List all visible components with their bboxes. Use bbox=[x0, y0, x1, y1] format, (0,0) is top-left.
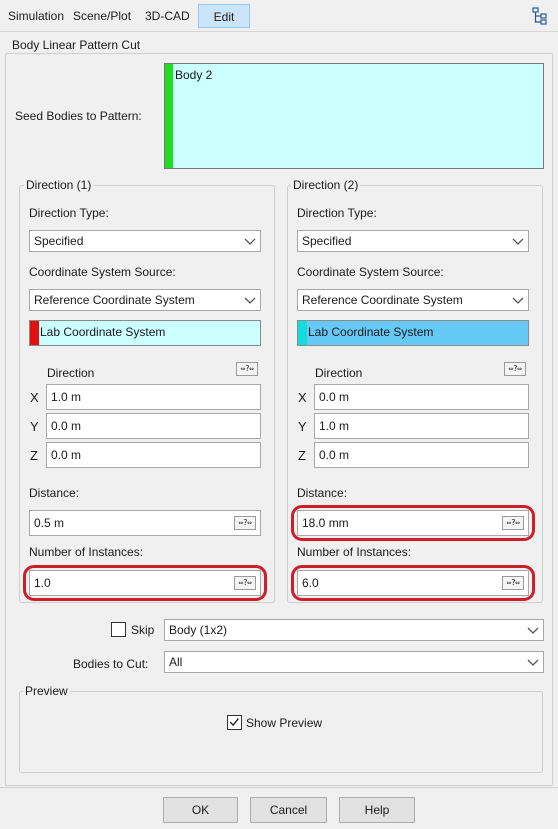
direction1-distance-input[interactable]: 0.5 m ⇔?⇔ bbox=[29, 510, 261, 536]
direction2-x-input[interactable]: 0.0 m bbox=[314, 384, 529, 410]
direction2-distance-value: 18.0 mm bbox=[302, 516, 349, 530]
direction2-coord-status-bar bbox=[298, 321, 307, 345]
direction2-coord-source-value: Reference Coordinate System bbox=[302, 293, 463, 307]
direction2-distance-input[interactable]: 18.0 mm ⇔?⇔ bbox=[297, 510, 529, 536]
direction2-y-input[interactable]: 1.0 m bbox=[314, 413, 529, 439]
direction2-x-value: 0.0 m bbox=[319, 390, 350, 404]
help-button[interactable]: Help bbox=[339, 797, 415, 823]
direction1-coord-system[interactable]: Lab Coordinate System bbox=[29, 320, 261, 346]
seed-bodies-label: Seed Bodies to Pattern: bbox=[15, 109, 142, 123]
direction2-y-label: Y bbox=[298, 419, 307, 434]
direction2-z-label: Z bbox=[298, 448, 306, 463]
chevron-down-icon bbox=[244, 238, 256, 245]
direction1-z-value: 0.0 m bbox=[51, 448, 82, 462]
direction1-type-label: Direction Type: bbox=[29, 206, 109, 220]
direction2-instances-value: 6.0 bbox=[302, 576, 319, 590]
seed-body-item[interactable]: Body 2 bbox=[175, 68, 212, 82]
skip-body-value: Body (1x2) bbox=[169, 623, 228, 637]
ok-button[interactable]: OK bbox=[163, 797, 238, 823]
direction1-distance-unit-button[interactable]: ⇔?⇔ bbox=[234, 516, 256, 530]
direction1-type-value: Specified bbox=[34, 234, 84, 248]
show-preview-label: Show Preview bbox=[246, 716, 323, 730]
preview-title: Preview bbox=[23, 684, 70, 698]
direction1-y-label: Y bbox=[30, 419, 39, 434]
direction1-coord-source-label: Coordinate System Source: bbox=[29, 265, 176, 279]
direction1-distance-label: Distance: bbox=[29, 486, 80, 500]
show-preview-checkbox[interactable] bbox=[227, 715, 242, 730]
bodies-to-cut-select[interactable]: All bbox=[164, 651, 544, 673]
direction2-distance-label: Distance: bbox=[297, 486, 348, 500]
dialog-footer: OK Cancel Help bbox=[0, 787, 558, 829]
direction1-distance-value: 0.5 m bbox=[34, 516, 65, 530]
direction2-type-label: Direction Type: bbox=[297, 206, 377, 220]
chevron-down-icon bbox=[244, 297, 256, 304]
direction2-coord-source-label: Coordinate System Source: bbox=[297, 265, 444, 279]
cancel-button[interactable]: Cancel bbox=[250, 797, 327, 823]
seed-bodies-list[interactable]: Body 2 bbox=[164, 63, 544, 169]
direction1-z-input[interactable]: 0.0 m bbox=[46, 442, 261, 468]
chevron-down-icon bbox=[527, 627, 539, 634]
direction2-instances-unit-button[interactable]: ⇔?⇔ bbox=[502, 576, 524, 590]
direction1-coord-source-value: Reference Coordinate System bbox=[34, 293, 195, 307]
direction1-z-label: Z bbox=[30, 448, 38, 463]
direction1-x-label: X bbox=[30, 390, 39, 405]
menu-edit[interactable]: Edit bbox=[198, 4, 250, 28]
direction1-coord-source-select[interactable]: Reference Coordinate System bbox=[29, 289, 261, 311]
direction1-type-select[interactable]: Specified bbox=[29, 230, 261, 252]
direction2-instances-label: Number of Instances: bbox=[297, 545, 412, 559]
menu-3d-cad[interactable]: 3D-CAD bbox=[139, 4, 196, 28]
menu-simulation[interactable]: Simulation bbox=[2, 4, 70, 28]
menu-scene-plot[interactable]: Scene/Plot bbox=[67, 4, 137, 28]
direction2-direction-unit-button[interactable]: ⇔?⇔ bbox=[504, 362, 526, 376]
chevron-down-icon bbox=[512, 297, 524, 304]
direction1-instances-input[interactable]: 1.0 ⇔?⇔ bbox=[29, 570, 261, 596]
skip-label: Skip bbox=[131, 623, 155, 637]
skip-body-select[interactable]: Body (1x2) bbox=[164, 619, 544, 641]
bodies-to-cut-label: Bodies to Cut: bbox=[73, 657, 149, 671]
direction2-instances-input[interactable]: 6.0 ⇔?⇔ bbox=[297, 570, 529, 596]
direction2-z-input[interactable]: 0.0 m bbox=[314, 442, 529, 468]
direction1-coord-system-value: Lab Coordinate System bbox=[40, 325, 166, 339]
direction1-instances-label: Number of Instances: bbox=[29, 545, 144, 559]
direction1-x-input[interactable]: 1.0 m bbox=[46, 384, 261, 410]
direction1-coord-status-bar bbox=[30, 321, 39, 345]
panel-title: Body Linear Pattern Cut bbox=[12, 38, 141, 52]
direction2-direction-label: Direction bbox=[315, 366, 363, 380]
direction1-instances-unit-button[interactable]: ⇔?⇔ bbox=[234, 576, 256, 590]
chevron-down-icon bbox=[527, 659, 539, 666]
direction2-type-select[interactable]: Specified bbox=[297, 230, 529, 252]
direction1-title: Direction (1) bbox=[24, 178, 94, 192]
chevron-down-icon bbox=[512, 238, 524, 245]
direction1-direction-unit-button[interactable]: ⇔?⇔ bbox=[236, 362, 258, 376]
checkmark-icon bbox=[229, 718, 239, 727]
direction1-x-value: 1.0 m bbox=[51, 390, 82, 404]
preview-group bbox=[19, 691, 543, 773]
seed-status-bar bbox=[165, 64, 173, 168]
bodies-to-cut-value: All bbox=[169, 655, 183, 669]
direction2-x-label: X bbox=[298, 390, 307, 405]
direction1-instances-value: 1.0 bbox=[34, 576, 51, 590]
direction2-y-value: 1.0 m bbox=[319, 419, 350, 433]
direction2-type-value: Specified bbox=[302, 234, 352, 248]
direction2-title: Direction (2) bbox=[291, 178, 361, 192]
direction2-coord-system-value: Lab Coordinate System bbox=[308, 325, 434, 339]
tree-view-icon[interactable] bbox=[532, 7, 548, 25]
direction1-y-input[interactable]: 0.0 m bbox=[46, 413, 261, 439]
direction1-direction-label: Direction bbox=[47, 366, 95, 380]
direction2-coord-source-select[interactable]: Reference Coordinate System bbox=[297, 289, 529, 311]
direction2-z-value: 0.0 m bbox=[319, 448, 350, 462]
skip-checkbox[interactable] bbox=[111, 622, 126, 637]
direction2-coord-system[interactable]: Lab Coordinate System bbox=[297, 320, 529, 346]
menu-bar: Simulation Scene/Plot 3D-CAD Edit bbox=[0, 0, 558, 32]
direction1-y-value: 0.0 m bbox=[51, 419, 82, 433]
direction2-distance-unit-button[interactable]: ⇔?⇔ bbox=[502, 516, 524, 530]
